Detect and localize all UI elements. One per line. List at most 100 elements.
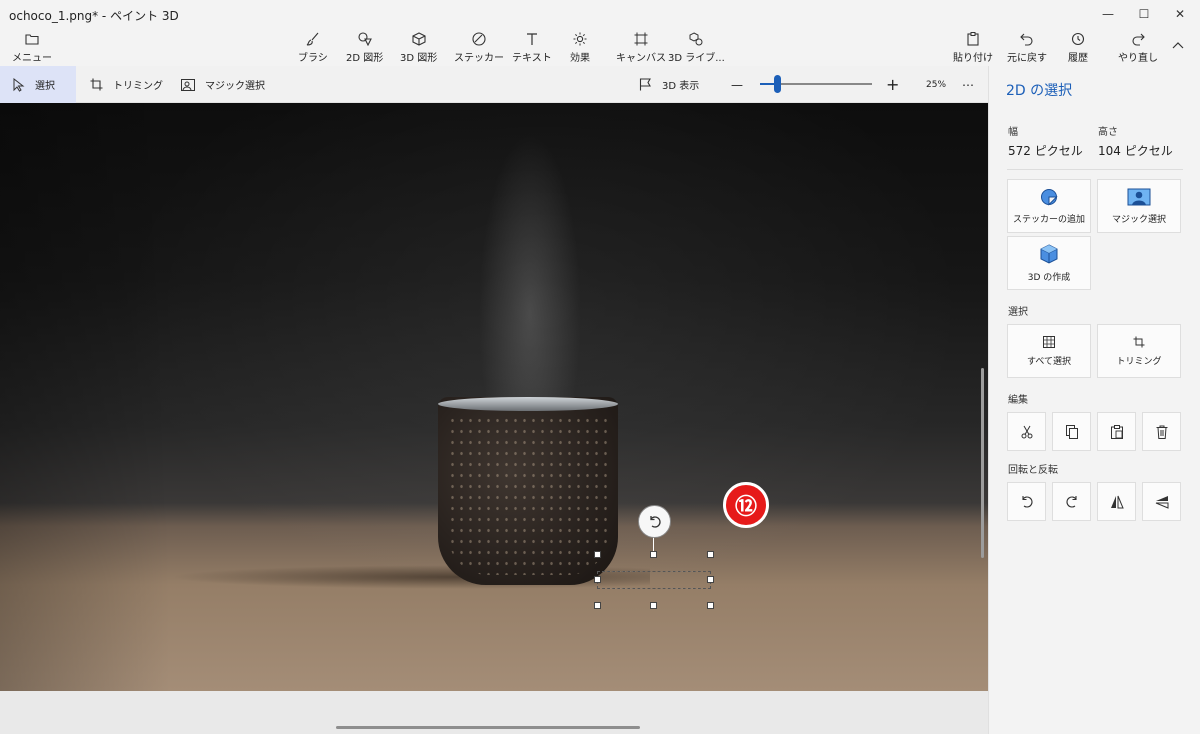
menu-label: メニュー <box>12 53 52 64</box>
zoom-in-button[interactable]: + <box>886 66 899 103</box>
text-icon <box>525 30 539 48</box>
delete-button[interactable] <box>1142 412 1181 451</box>
magic-select-tool[interactable]: マジック選択 <box>181 66 265 103</box>
paste-label: 貼り付け <box>953 53 993 64</box>
zoom-percent[interactable]: 25% <box>926 66 946 103</box>
cube-icon <box>412 30 426 48</box>
redo-icon <box>1131 30 1145 48</box>
library-3d-button[interactable]: 3D ライブ... <box>668 30 725 64</box>
undo-button[interactable]: 元に戻す <box>1007 30 1047 64</box>
copy-button[interactable] <box>1052 412 1091 451</box>
folder-icon <box>25 30 39 48</box>
resize-handle-r[interactable] <box>707 576 714 583</box>
resize-handle-bl[interactable] <box>594 602 601 609</box>
rotate-right-icon <box>1065 495 1077 508</box>
horizontal-scrollbar[interactable] <box>336 726 640 729</box>
zoom-slider-thumb[interactable] <box>774 75 781 93</box>
panel-magic-select-label: マジック選択 <box>1111 214 1166 225</box>
redo-button[interactable]: やり直し <box>1118 30 1158 64</box>
vertical-scrollbar[interactable] <box>981 368 984 558</box>
canvas-area[interactable]: ⑫ <box>0 103 988 734</box>
panel-paste-button[interactable] <box>1097 412 1136 451</box>
zoom-slider-track[interactable] <box>760 75 872 93</box>
effects-label: 効果 <box>570 53 590 64</box>
select-section-heading: 選択 <box>1008 307 1028 318</box>
width-value[interactable]: 572 ピクセル <box>1008 142 1083 159</box>
flip-horizontal-button[interactable] <box>1097 482 1136 521</box>
rotate-left-button[interactable] <box>1007 482 1046 521</box>
zoom-out-button[interactable]: — <box>731 66 743 103</box>
resize-handle-t[interactable] <box>650 551 657 558</box>
select-tool[interactable]: 選択 <box>0 66 76 103</box>
title-bar: ochoco_1.png* - ペイント 3D — ☐ ✕ <box>0 0 1200 28</box>
shapes-3d-button[interactable]: 3D 図形 <box>400 30 437 64</box>
canvas-label: キャンバス <box>616 53 666 64</box>
rotate-handle[interactable] <box>638 505 671 538</box>
collapse-ribbon-button[interactable] <box>1172 36 1184 70</box>
cube-color-icon <box>1040 243 1058 264</box>
trash-icon <box>1156 425 1167 439</box>
rotate-left-icon <box>1021 495 1033 508</box>
history-label: 履歴 <box>1068 53 1088 64</box>
command-ribbon: メニュー ブラシ 2D 図形 3D 図形 ステッカー テキスト 効果 キャンバス… <box>0 28 1200 66</box>
panel-crop-label: トリミング <box>1116 356 1162 367</box>
selection-panel: 2D の選択 幅 572 ピクセル 高さ 104 ピクセル ステッカーの追加 マ… <box>988 66 1200 734</box>
canvas-button[interactable]: キャンバス <box>616 30 666 64</box>
crop-icon <box>90 78 103 91</box>
effects-button[interactable]: 効果 <box>570 30 590 64</box>
sticker-icon <box>472 30 486 48</box>
width-label: 幅 <box>1008 127 1018 138</box>
brush-icon <box>306 30 320 48</box>
paste-button[interactable]: 貼り付け <box>953 30 993 64</box>
flip-vertical-button[interactable] <box>1142 482 1181 521</box>
crop-tool[interactable]: トリミング <box>90 66 163 103</box>
shapes-2d-label: 2D 図形 <box>346 53 384 64</box>
photo-canvas[interactable] <box>0 103 988 691</box>
resize-handle-l[interactable] <box>594 576 601 583</box>
select-tool-label: 選択 <box>35 81 55 92</box>
brush-button[interactable]: ブラシ <box>298 30 328 64</box>
select-toolbar: 選択 トリミング マジック選択 3D 表示 — + 25% ⋯ <box>0 66 988 103</box>
copy-icon <box>1065 424 1078 439</box>
stickers-button[interactable]: ステッカー <box>454 30 504 64</box>
select-all-label: すべて選択 <box>1026 356 1071 367</box>
crop-tool-label: トリミング <box>113 81 163 92</box>
resize-handle-tr[interactable] <box>707 551 714 558</box>
text-label: テキスト <box>512 53 552 64</box>
flip-horizontal-icon <box>1110 495 1124 508</box>
height-label: 高さ <box>1098 127 1118 138</box>
scissors-icon <box>1021 425 1032 438</box>
steam-image <box>470 103 590 403</box>
resize-handle-br[interactable] <box>707 602 714 609</box>
view-3d-toggle[interactable]: 3D 表示 <box>639 66 699 103</box>
sun-icon <box>573 30 587 48</box>
history-button[interactable]: 履歴 <box>1068 30 1088 64</box>
height-value[interactable]: 104 ピクセル <box>1098 142 1173 159</box>
select-all-icon <box>1043 335 1055 348</box>
magic-select-tool-label: マジック選択 <box>205 81 265 92</box>
text-button[interactable]: テキスト <box>512 30 552 64</box>
undo-icon <box>1020 30 1034 48</box>
brush-label: ブラシ <box>298 53 328 64</box>
selection-box[interactable] <box>597 571 711 589</box>
shapes-2d-button[interactable]: 2D 図形 <box>346 30 383 64</box>
add-sticker-button[interactable]: ステッカーの追加 <box>1007 179 1091 233</box>
rotate-right-button[interactable] <box>1052 482 1091 521</box>
maximize-button[interactable]: ☐ <box>1124 0 1164 28</box>
sticker-add-icon <box>1040 188 1058 206</box>
make-3d-button[interactable]: 3D の作成 <box>1007 236 1091 290</box>
resize-handle-tl[interactable] <box>594 551 601 558</box>
panel-crop-button[interactable]: トリミング <box>1097 324 1181 378</box>
resize-handle-b[interactable] <box>650 602 657 609</box>
panel-magic-select-button[interactable]: マジック選択 <box>1097 179 1181 233</box>
select-all-button[interactable]: すべて選択 <box>1007 324 1091 378</box>
make-3d-label: 3D の作成 <box>1027 272 1071 283</box>
shapes-3d-label: 3D 図形 <box>400 53 438 64</box>
panel-paste-icon <box>1110 424 1123 439</box>
minimize-button[interactable]: — <box>1088 0 1128 28</box>
more-options-button[interactable]: ⋯ <box>962 66 974 103</box>
magic-select-color-icon <box>1127 188 1151 206</box>
cut-button[interactable] <box>1007 412 1046 451</box>
close-button[interactable]: ✕ <box>1160 0 1200 28</box>
menu-button[interactable]: メニュー <box>12 30 52 64</box>
